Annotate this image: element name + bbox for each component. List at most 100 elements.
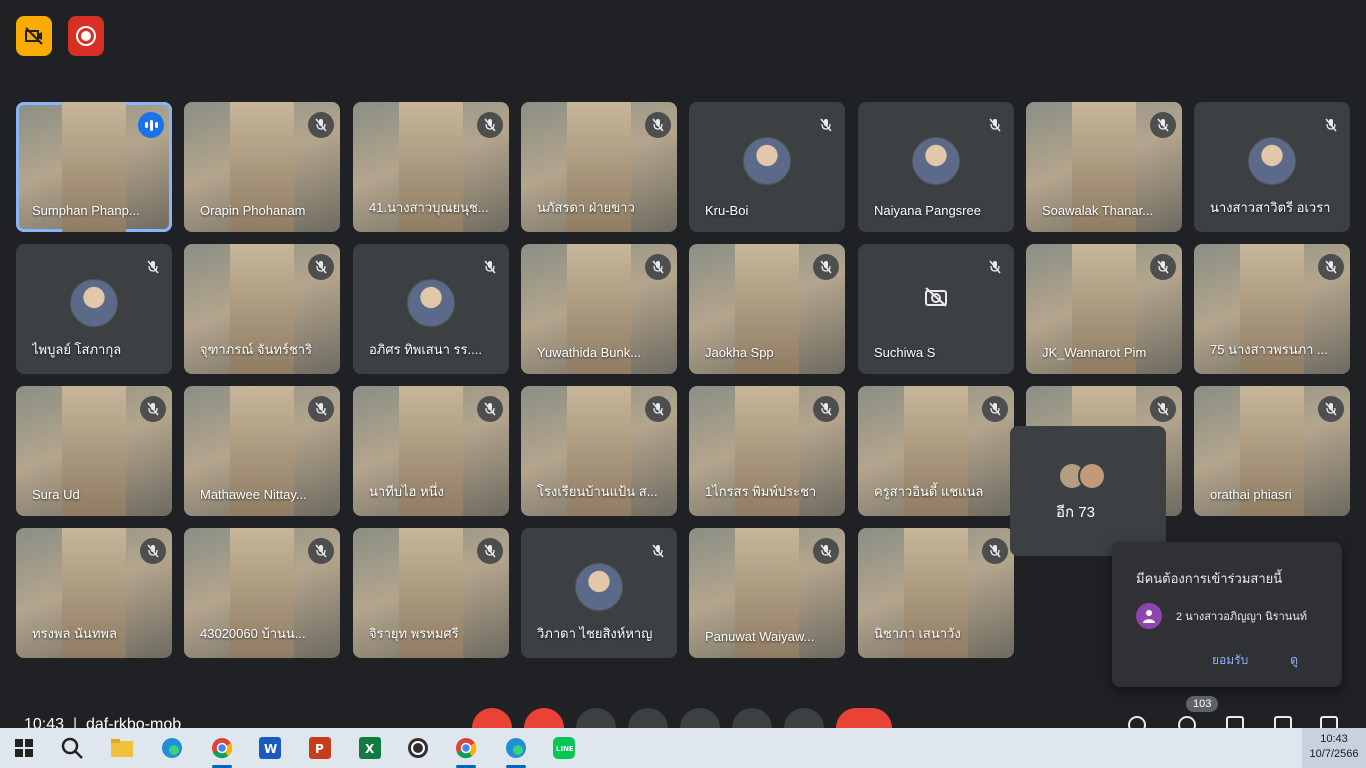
participant-tile[interactable]: Naiyana Pangsree <box>858 102 1014 232</box>
camera-off-button[interactable] <box>524 708 564 728</box>
participant-name: 75 นางสาวพรนภา ... <box>1210 342 1328 357</box>
chat-icon[interactable] <box>1226 716 1244 728</box>
participant-tile[interactable]: วิภาดา ไชยสิงห์หาญ <box>521 528 677 658</box>
meeting-time: 10:43 <box>24 716 65 728</box>
participant-tile[interactable]: Panuwat Waiyaw... <box>689 528 845 658</box>
participant-tile[interactable]: นางสาวสาวิตรี อเวรา <box>1194 102 1350 232</box>
mic-off-icon <box>1150 254 1176 280</box>
admit-button[interactable]: ยอมรับ <box>1212 651 1248 670</box>
participant-tile[interactable]: 1ไกรสร พิมพ์ประชา <box>689 386 845 516</box>
speaking-icon <box>138 112 164 138</box>
system-clock[interactable]: 10:43 10/7/2566 <box>1302 728 1366 768</box>
no-video-indicator[interactable] <box>16 16 52 56</box>
powerpoint-icon[interactable]: P <box>308 736 332 760</box>
avatar <box>70 279 118 327</box>
participant-tile[interactable]: จิรายุท พรหมศรี <box>353 528 509 658</box>
raise-hand-button[interactable] <box>732 708 772 728</box>
requester-name: 2 นางสาวอภิญญา นิรานนท์ <box>1176 611 1308 623</box>
participant-tile[interactable]: 41.นางสาวบุณยนุช... <box>353 102 509 232</box>
participant-tile[interactable]: นิชาภา เสนาวัง <box>858 528 1014 658</box>
mic-off-icon <box>140 538 166 564</box>
host-controls-icon[interactable] <box>1320 716 1338 728</box>
chrome-icon[interactable] <box>210 736 234 768</box>
participant-tile[interactable]: 43020060 บ้านน... <box>184 528 340 658</box>
meeting-info: 10:43 | daf-rkbo-mob <box>24 716 181 728</box>
participant-tile[interactable]: Jaokha Spp <box>689 244 845 374</box>
participant-tile[interactable]: ครูสาวอินดี้ แชแนล <box>858 386 1014 516</box>
file-explorer-icon[interactable] <box>110 736 134 760</box>
mic-off-icon <box>308 112 334 138</box>
participant-tile[interactable]: Kru-Boi <box>689 102 845 232</box>
mic-off-icon <box>813 538 839 564</box>
participant-tile[interactable]: Mathawee Nittay... <box>184 386 340 516</box>
more-participants-tile[interactable]: อีก 73 <box>1010 426 1166 556</box>
mic-off-icon <box>308 254 334 280</box>
recording-indicator[interactable] <box>68 16 104 56</box>
participant-tile[interactable]: Suchiwa S <box>858 244 1014 374</box>
participant-tile[interactable]: อภิศร ทิพเสนา รร.... <box>353 244 509 374</box>
participant-tile[interactable]: ไพบูลย์ โสภากุล <box>16 244 172 374</box>
edge-icon[interactable] <box>160 736 184 760</box>
mic-off-icon <box>140 254 166 280</box>
windows-taskbar: W P X LINE 10:43 10/7/2566 <box>0 728 1366 768</box>
avatar <box>912 137 960 185</box>
participant-name: โรงเรียนบ้านแป้น ส... <box>537 484 658 499</box>
chrome-profile-icon[interactable] <box>454 736 478 768</box>
mic-off-icon <box>477 112 503 138</box>
info-icon[interactable] <box>1128 716 1146 728</box>
mic-off-icon <box>1318 112 1344 138</box>
obs-icon[interactable] <box>406 736 430 760</box>
participant-tile[interactable]: JK_Wannarot Pim <box>1026 244 1182 374</box>
svg-text:W: W <box>264 742 277 756</box>
view-button[interactable]: ดู <box>1290 651 1298 670</box>
avatar <box>1078 462 1106 490</box>
clock-time: 10:43 <box>1320 733 1348 745</box>
participant-tile[interactable]: โรงเรียนบ้านแป้น ส... <box>521 386 677 516</box>
edge-window-icon[interactable] <box>504 736 528 768</box>
search-icon[interactable] <box>60 736 84 760</box>
mic-off-button[interactable] <box>472 708 512 728</box>
participant-tile[interactable]: 75 นางสาวพรนภา ... <box>1194 244 1350 374</box>
participant-tile[interactable]: Sumphan Phanp... <box>16 102 172 232</box>
participant-name: ครูสาวอินดี้ แชแนล <box>874 484 984 499</box>
participant-tile[interactable]: นภัสรดา ฝ่ายขาว <box>521 102 677 232</box>
emoji-button[interactable] <box>628 708 668 728</box>
present-button[interactable] <box>680 708 720 728</box>
more-options-button[interactable] <box>784 708 824 728</box>
participant-tile[interactable]: จุฑาภรณ์ จันทร์ชาริ <box>184 244 340 374</box>
captions-button[interactable] <box>576 708 616 728</box>
svg-text:P: P <box>315 742 324 756</box>
line-icon[interactable]: LINE <box>552 736 576 760</box>
participant-name: นิชาภา เสนาวัง <box>874 626 961 641</box>
mic-off-icon <box>477 538 503 564</box>
participant-tile[interactable]: Sura Ud <box>16 386 172 516</box>
avatar <box>743 137 791 185</box>
participant-name: JK_Wannarot Pim <box>1042 345 1147 360</box>
people-icon[interactable] <box>1178 716 1196 728</box>
leave-call-button[interactable] <box>836 708 892 728</box>
activities-icon[interactable] <box>1274 716 1292 728</box>
excel-icon[interactable]: X <box>358 736 382 760</box>
avatar <box>407 279 455 327</box>
mic-off-icon <box>645 396 671 422</box>
participant-name: นภัสรดา ฝ่ายขาว <box>537 200 635 215</box>
participant-name: Kru-Boi <box>705 203 749 218</box>
windows-start-icon[interactable] <box>12 736 36 760</box>
participant-tile[interactable]: ทรงพล นันทพล <box>16 528 172 658</box>
participant-name: Yuwathida Bunk... <box>537 345 642 360</box>
meeting-code: daf-rkbo-mob <box>86 716 182 728</box>
participant-tile[interactable]: นาทีบไฮ หนึ่ง <box>353 386 509 516</box>
participant-name: จุฑาภรณ์ จันทร์ชาริ <box>200 342 313 357</box>
participant-tile[interactable]: Yuwathida Bunk... <box>521 244 677 374</box>
participant-tile[interactable]: Soawalak Thanar... <box>1026 102 1182 232</box>
mic-off-icon <box>645 112 671 138</box>
word-icon[interactable]: W <box>258 736 282 760</box>
mic-off-icon <box>982 538 1008 564</box>
mic-off-icon <box>308 538 334 564</box>
participant-name: orathai phiasri <box>1210 487 1292 502</box>
meeting-control-bar: 10:43 | daf-rkbo-mob <box>0 706 1366 728</box>
record-icon <box>76 26 96 46</box>
participant-tile[interactable]: Orapin Phohanam <box>184 102 340 232</box>
participant-tile[interactable]: orathai phiasri <box>1194 386 1350 516</box>
popup-title: มีคนต้องการเข้าร่วมสายนี้ <box>1136 571 1283 586</box>
